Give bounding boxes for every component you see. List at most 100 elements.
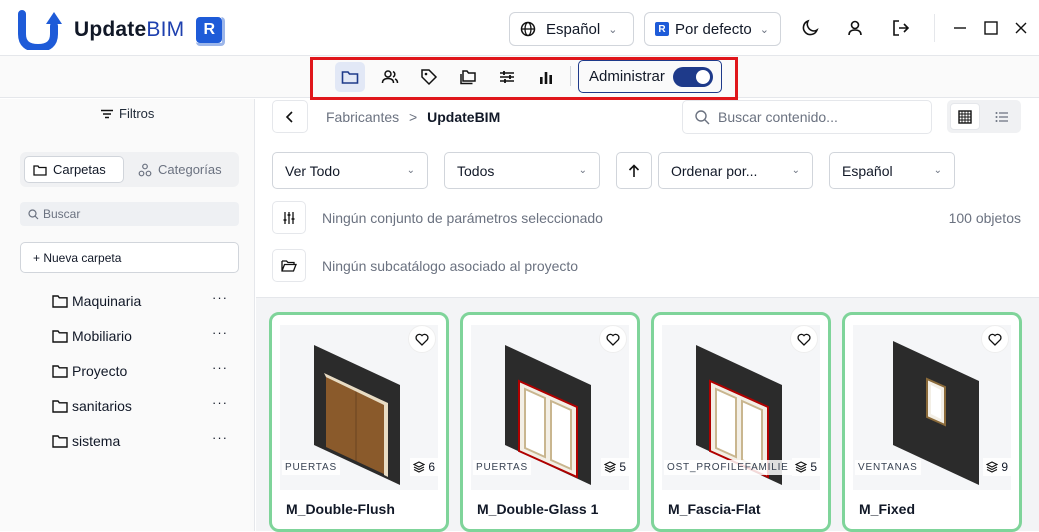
- logo-u-icon: [18, 10, 62, 53]
- content-search-input[interactable]: Buscar contenido...: [682, 100, 932, 134]
- highlight-box: [310, 57, 738, 100]
- family-name: M_Fixed: [859, 501, 916, 517]
- new-folder-button[interactable]: + Nueva carpeta: [20, 242, 239, 273]
- profile-select[interactable]: R Por defecto ⌄: [644, 12, 781, 46]
- content-language-select[interactable]: Español ⌄: [829, 152, 955, 189]
- heart-icon[interactable]: [981, 325, 1009, 353]
- object-count: 100 objetos: [948, 210, 1021, 226]
- grid-view-icon[interactable]: [950, 103, 980, 130]
- folder-icon: [52, 364, 68, 378]
- type-count-value: 9: [1001, 460, 1008, 474]
- parameters-icon: [282, 211, 296, 225]
- family-name: M_Double-Flush: [286, 501, 395, 517]
- filters-button[interactable]: Filtros: [100, 106, 154, 121]
- language-select[interactable]: Español ⌄: [509, 12, 634, 46]
- folder-icon: [52, 399, 68, 413]
- sidebar-folder-maquinaria[interactable]: Maquinaria ···: [52, 290, 242, 312]
- folder-open-icon: [281, 259, 297, 272]
- family-name: M_Fascia-Flat: [668, 501, 761, 517]
- family-category: PUERTAS: [282, 460, 340, 475]
- divider: [934, 14, 935, 42]
- breadcrumb: Fabricantes > UpdateBIM: [326, 109, 500, 125]
- heart-icon[interactable]: [408, 325, 436, 353]
- list-view-icon[interactable]: [987, 103, 1017, 130]
- user-icon[interactable]: [843, 16, 867, 40]
- view-filter-select[interactable]: Ver Todo ⌄: [272, 152, 428, 189]
- family-card[interactable]: VENTANAS 9 M_Fixed: [842, 312, 1022, 532]
- sort-direction-button[interactable]: [616, 152, 652, 189]
- family-card[interactable]: OST_PROFILEFAMILIE 5 M_Fascia-Flat: [651, 312, 831, 532]
- top-bar: UpdateBIM R Español ⌄ R Por defecto ⌄: [0, 0, 1039, 56]
- select-value: Ordenar por...: [671, 162, 758, 179]
- select-value: Ver Todo: [285, 162, 341, 179]
- breadcrumb-parent[interactable]: Fabricantes: [326, 109, 399, 125]
- folder-icon: [52, 434, 68, 448]
- sidebar-tabs: Carpetas Categorías: [20, 152, 239, 187]
- back-button[interactable]: [272, 100, 308, 133]
- type-filter-select[interactable]: Todos ⌄: [444, 152, 600, 189]
- sort-select[interactable]: Ordenar por... ⌄: [658, 152, 813, 189]
- type-count: 9: [983, 458, 1011, 476]
- new-folder-label: + Nueva carpeta: [33, 250, 122, 265]
- filter-lines-icon: [100, 109, 114, 119]
- tab-categorias[interactable]: Categorías: [130, 156, 230, 183]
- filters-label: Filtros: [119, 106, 155, 121]
- sidebar-folder-sistema[interactable]: sistema ···: [52, 430, 242, 452]
- family-card[interactable]: PUERTAS 6 M_Double-Flush: [269, 312, 449, 532]
- subcatalog-button[interactable]: [272, 249, 306, 282]
- arrow-up-icon: [628, 163, 640, 178]
- moon-icon[interactable]: [798, 16, 822, 40]
- maximize-icon[interactable]: [979, 16, 1003, 40]
- select-value: Español: [842, 162, 893, 179]
- layers-icon: [413, 461, 426, 473]
- search-icon: [28, 208, 39, 220]
- search-placeholder: Buscar: [43, 207, 81, 221]
- language-label: Español: [546, 20, 601, 38]
- app-logo[interactable]: UpdateBIM R: [18, 10, 226, 53]
- more-icon[interactable]: ···: [212, 430, 228, 445]
- globe-icon: [520, 21, 536, 37]
- revit-small-icon: R: [655, 22, 669, 36]
- more-icon[interactable]: ···: [212, 395, 228, 410]
- chevron-down-icon: ⌄: [791, 165, 800, 176]
- close-icon[interactable]: [1009, 16, 1033, 40]
- chevron-down-icon: ⌄: [608, 23, 618, 36]
- tab-carpetas[interactable]: Carpetas: [24, 156, 124, 183]
- layers-icon: [986, 461, 999, 473]
- breadcrumb-current: UpdateBIM: [427, 109, 501, 125]
- folder-label: Proyecto: [72, 363, 128, 379]
- sidebar-folder-sanitarios[interactable]: sanitarios ···: [52, 395, 242, 417]
- sidebar-folder-proyecto[interactable]: Proyecto ···: [52, 360, 242, 382]
- folder-label: Mobiliario: [72, 328, 132, 344]
- heart-icon[interactable]: [790, 325, 818, 353]
- folder-icon: [52, 294, 68, 308]
- parameter-set-row: Ningún conjunto de parámetros selecciona…: [272, 201, 603, 234]
- profile-label: Por defecto: [675, 20, 752, 38]
- family-card[interactable]: PUERTAS 5 M_Double-Glass 1: [460, 312, 640, 532]
- category-icon: [138, 163, 152, 177]
- family-category: VENTANAS: [855, 460, 921, 475]
- sidebar-search-input[interactable]: Buscar: [20, 202, 239, 226]
- logout-icon[interactable]: [889, 16, 913, 40]
- more-icon[interactable]: ···: [212, 325, 228, 340]
- type-count-value: 5: [810, 460, 817, 474]
- revit-badge: R: [196, 17, 226, 46]
- sidebar-folder-mobiliario[interactable]: Mobiliario ···: [52, 325, 242, 347]
- chevron-down-icon: ⌄: [759, 23, 769, 36]
- more-icon[interactable]: ···: [212, 360, 228, 375]
- minimize-icon[interactable]: [948, 16, 972, 40]
- folder-label: Maquinaria: [72, 293, 142, 309]
- subcatalog-row: Ningún subcatálogo asociado al proyecto: [272, 249, 578, 282]
- parameters-button[interactable]: [272, 201, 306, 234]
- search-placeholder: Buscar contenido...: [718, 109, 838, 125]
- more-icon[interactable]: ···: [212, 290, 228, 305]
- parameter-set-text: Ningún conjunto de parámetros selecciona…: [322, 209, 603, 226]
- type-count-value: 5: [619, 460, 626, 474]
- folder-icon: [52, 329, 68, 343]
- select-value: Todos: [457, 162, 495, 179]
- type-count: 5: [792, 458, 820, 476]
- layers-icon: [604, 461, 617, 473]
- heart-icon[interactable]: [599, 325, 627, 353]
- folder-icon: [33, 164, 47, 176]
- family-category: OST_PROFILEFAMILIE: [664, 460, 792, 475]
